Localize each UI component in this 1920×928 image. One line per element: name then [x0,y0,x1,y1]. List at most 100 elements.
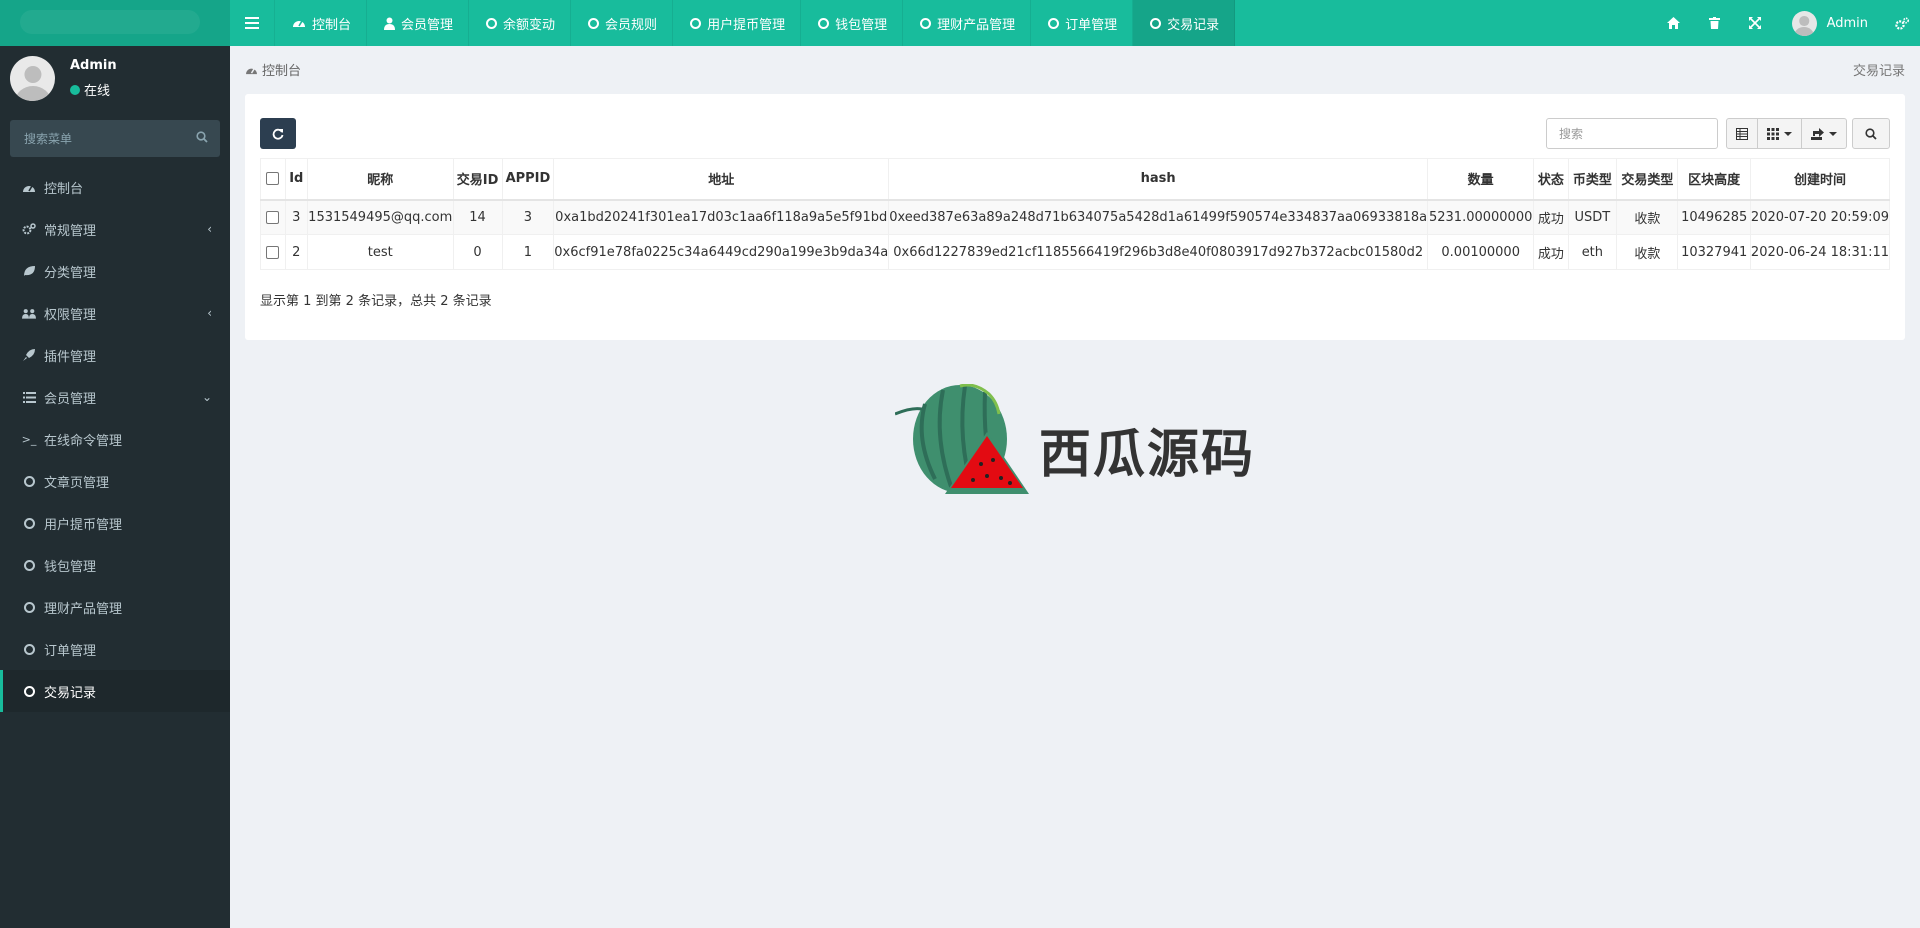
sidebar-item-label: 交易记录 [44,685,97,701]
column-header[interactable]: APPID [501,158,555,201]
clear-cache-button[interactable] [1694,0,1735,46]
chevron-down-icon: ⌄ [201,390,212,404]
sidebar-item-articles[interactable]: 文章页管理 [0,460,230,502]
caret-down-icon [1829,131,1837,136]
table-toolbar [1546,118,1890,149]
sidebar-item-wallets[interactable]: 钱包管理 [0,544,230,586]
column-header[interactable]: 交易ID [452,158,503,201]
chevron-left-icon: ‹ [207,222,212,236]
caret-down-icon [1784,131,1792,136]
chevron-left-icon: ‹ [207,306,212,320]
export-button[interactable] [1801,118,1847,149]
avatar [1791,10,1817,36]
menu-search-input[interactable] [10,120,220,157]
sidebar-item-commands[interactable]: >_ 在线命令管理 [0,418,230,460]
refresh-icon [272,128,284,140]
column-header[interactable]: 交易类型 [1616,158,1679,201]
tab-wallets[interactable]: 钱包管理 [801,0,904,46]
cell-address: 0xa1bd20241f301ea17d03c1aa6f118a9a5e5f91… [553,199,890,235]
tab-label: 余额变动 [503,17,556,33]
tab-transactions[interactable]: 交易记录 [1133,0,1236,46]
table-row[interactable]: 2 test 0 1 0x6cf91e78fa0225c34a6449cd290… [260,234,1891,270]
page-title: 交易记录 [1852,64,1905,79]
cell-id: 2 [284,234,308,270]
sidebar-item-label: 钱包管理 [44,559,97,575]
row-select-cell [260,234,286,270]
list-icon [22,391,36,403]
view-button-group [1726,118,1847,149]
column-header[interactable]: 地址 [553,158,890,201]
column-header[interactable]: 昵称 [306,158,454,201]
tab-financial-products[interactable]: 理财产品管理 [903,0,1032,46]
sidebar-item-label: 文章页管理 [44,475,110,491]
status-text: 在线 [84,84,111,99]
column-header[interactable]: Id [284,158,308,201]
top-right-tools: Admin [1653,0,1920,46]
circle-icon [486,17,498,29]
columns-button[interactable] [1757,118,1802,149]
fullscreen-button[interactable] [1735,0,1776,46]
tab-label: 会员管理 [401,17,454,33]
column-header[interactable]: 数量 [1427,158,1535,201]
circle-icon [818,17,830,29]
user-menu[interactable]: Admin [1776,0,1884,46]
column-header[interactable]: 币类型 [1567,158,1618,201]
breadcrumb-home-link[interactable]: 控制台 [262,60,301,79]
search-icon[interactable] [196,131,208,143]
cell-amount: 5231.00000000 [1427,199,1535,235]
column-header[interactable]: 区块高度 [1677,158,1751,201]
table-row[interactable]: 3 1531549495@qq.com 14 3 0xa1bd20241f301… [260,199,1891,235]
table-search-input[interactable] [1546,118,1718,149]
sidebar: Admin 在线 控制台 常规管理 ‹ 分类管理 权限管理 ‹ 插件管理 [0,46,230,928]
user-name: Admin [70,58,117,73]
refresh-button[interactable] [260,118,296,149]
circle-icon [1150,17,1162,29]
tab-members[interactable]: 会员管理 [367,0,470,46]
circle-icon [690,17,702,29]
sidebar-item-financial-products[interactable]: 理财产品管理 [0,586,230,628]
tab-member-rules[interactable]: 会员规则 [571,0,674,46]
column-header[interactable]: 状态 [1533,158,1569,201]
main-content: 控制台 交易记录 搜索 Id 昵称 交易ID APPID 地址 hash 数量 … [230,46,1920,928]
leaf-icon [22,265,36,277]
home-button[interactable] [1653,0,1694,46]
cogs-icon [22,223,36,235]
watermark-logo: 西瓜源码 [895,384,1255,498]
tab-label: 交易记录 [1167,17,1220,33]
sidebar-toggle-button[interactable] [230,0,275,46]
row-checkbox[interactable] [266,210,280,224]
sidebar-item-members[interactable]: 会员管理 ⌄ [0,376,230,418]
sidebar-item-general[interactable]: 常规管理 ‹ [0,208,230,250]
tab-orders[interactable]: 订单管理 [1031,0,1134,46]
circle-icon [22,475,36,487]
sidebar-item-withdrawals[interactable]: 用户提币管理 [0,502,230,544]
sidebar-item-plugins[interactable]: 插件管理 [0,334,230,376]
sidebar-item-dashboard[interactable]: 控制台 [0,166,230,208]
tab-dashboard[interactable]: 控制台 [275,0,368,46]
sidebar-item-transactions[interactable]: 交易记录 [0,670,230,712]
row-checkbox[interactable] [266,245,280,259]
sidebar-item-label: 常规管理 [44,223,97,239]
settings-button[interactable] [1884,0,1920,46]
logo[interactable] [0,0,230,46]
column-header[interactable]: hash [888,158,1429,201]
dashboard-icon [245,65,258,75]
tab-withdrawals[interactable]: 用户提币管理 [673,0,802,46]
advanced-search-button[interactable] [1852,118,1890,149]
rocket-icon [22,349,36,361]
toggle-view-button[interactable] [1726,118,1758,149]
cell-hash-link[interactable]: 0xeed387e63a89a248d71b634075a5428d1a6149… [888,199,1429,235]
top-tabs: 控制台 会员管理 余额变动 会员规则 用户提币管理 钱包管理 理财产品管理 订单… [230,0,1236,46]
avatar [10,56,55,101]
column-header[interactable]: 创建时间 [1749,158,1891,201]
sidebar-item-category[interactable]: 分类管理 [0,250,230,292]
cell-hash-link[interactable]: 0x66d1227839ed21cf1185566419f296b3d8e40f… [888,234,1429,270]
cell-amount: 0.00100000 [1427,234,1535,270]
sidebar-item-orders[interactable]: 订单管理 [0,628,230,670]
pagination-info: 显示第 1 到第 2 条记录，总共 2 条记录 [260,294,492,309]
sidebar-item-auth[interactable]: 权限管理 ‹ [0,292,230,334]
cell-transaction-id: 0 [452,234,503,270]
select-all-checkbox[interactable] [266,172,280,186]
tab-balance-change[interactable]: 余额变动 [469,0,572,46]
logo-mark [20,10,200,34]
